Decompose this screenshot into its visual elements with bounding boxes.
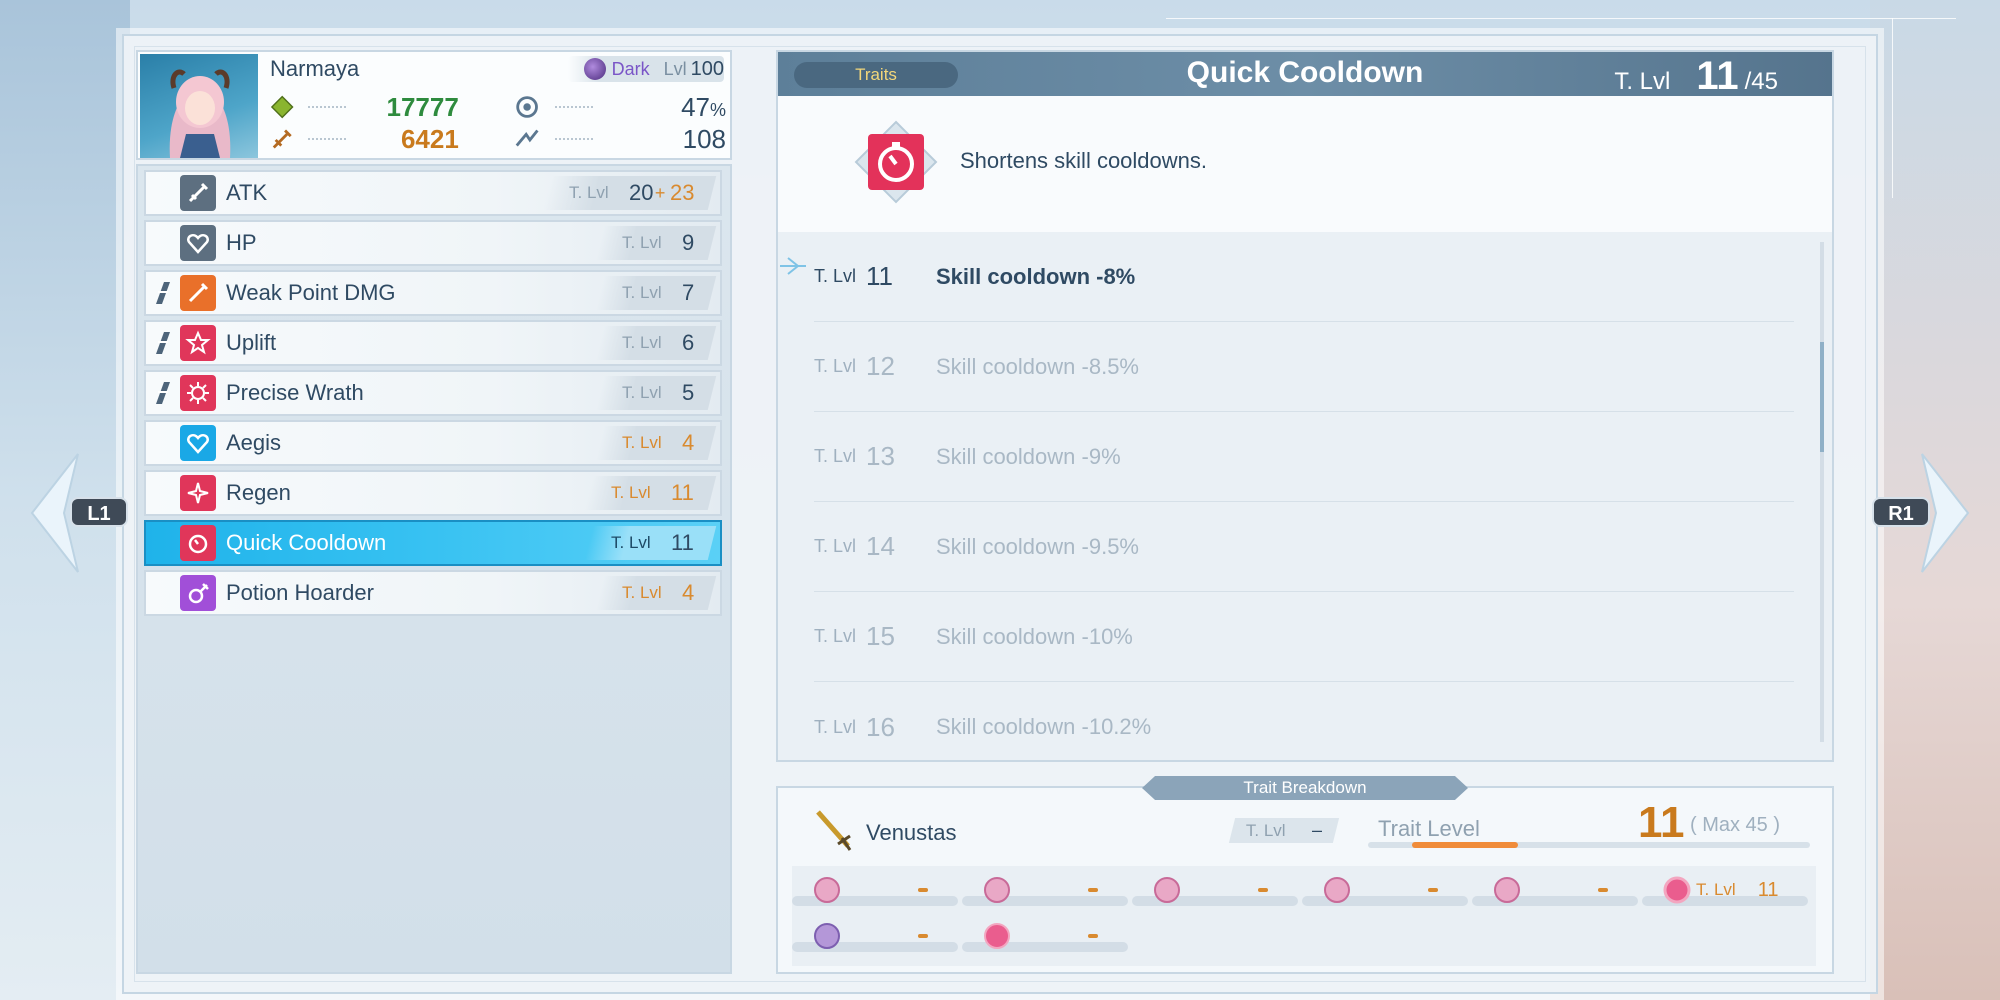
weak-point-icon: [180, 275, 216, 311]
clock-icon: [854, 120, 938, 204]
sparkle-icon: [180, 475, 216, 511]
trait-level-label: Trait Level: [1378, 816, 1480, 841]
trait-item-potion-hoarder[interactable]: Potion Hoarder T. Lvl 4: [144, 570, 722, 616]
crit-rate-icon: [516, 96, 538, 118]
level-value: 100: [690, 57, 724, 80]
sigil-icon: [814, 877, 840, 903]
trait-breakdown-panel: Trait Breakdown Venustas T. Lvl – Trait L…: [776, 776, 1834, 974]
decor-line: [1166, 18, 1956, 19]
crit-rate-value: 47%: [681, 91, 727, 122]
sword-icon: [180, 175, 216, 211]
trait-item-regen[interactable]: Regen T. Lvl 11: [144, 470, 722, 516]
level-list-scrollbar[interactable]: [1820, 242, 1824, 742]
level-row: T. Lvl 11 Skill cooldown -8%: [814, 232, 1794, 322]
trait-item-uplift[interactable]: Uplift T. Lvl 6: [144, 320, 722, 366]
sigil-icon: [984, 923, 1010, 949]
trait-level-max: ( Max 45 ): [1690, 814, 1781, 836]
sigil-slot[interactable]: [962, 918, 1128, 954]
gear-burst-icon: [180, 375, 216, 411]
weapon-icon: [816, 810, 852, 851]
sigil-slot[interactable]: [962, 872, 1128, 908]
trait-level-display: T. Lvl 11 /45: [1614, 54, 1778, 98]
detail-header: Traits Quick Cooldown T. Lvl 11 /45: [778, 52, 1832, 98]
character-card: Narmaya Dark Lvl 100 17777 47% 6421 108: [136, 50, 732, 160]
element-label: Dark: [611, 58, 650, 79]
trait-level-total: 11: [1638, 798, 1685, 847]
level-row: T. Lvl 12 Skill cooldown -8.5%: [814, 322, 1794, 412]
sigil-slot[interactable]: [792, 872, 958, 908]
sigil-icon: [984, 877, 1010, 903]
trait-breakdown-tab: Trait Breakdown: [1142, 776, 1468, 800]
trait-item-weak-point-dmg[interactable]: Weak Point DMG T. Lvl 7: [144, 270, 722, 316]
hp-diamond-icon: [270, 95, 294, 119]
trait-detail-panel: Traits Quick Cooldown T. Lvl 11 /45 Shor…: [776, 50, 1834, 762]
sigil-slot-active[interactable]: T. Lvl 11: [1642, 872, 1808, 908]
sigil-slot[interactable]: [792, 918, 958, 954]
weapon-name: Venustas: [866, 820, 957, 845]
character-portrait: [140, 54, 258, 158]
l1-key-hint: L1: [70, 497, 128, 527]
trait-level-progress-bar: [1368, 842, 1810, 848]
sigil-icon: [1494, 877, 1520, 903]
trait-description: Shortens skill cooldowns.: [960, 148, 1208, 173]
decor-line: [1892, 18, 1893, 198]
sigil-slot[interactable]: [1132, 872, 1298, 908]
exclusive-trait-badge-icon: [156, 282, 170, 304]
active-sigil-icon: [1663, 876, 1691, 904]
trait-item-atk[interactable]: ATK T. Lvl 20 +23: [144, 170, 722, 216]
trait-level-list[interactable]: T. Lvl 11 Skill cooldown -8% T. Lvl 12 Skill…: [778, 232, 1832, 760]
weapon-trait-level: T. Lvl –: [1228, 818, 1339, 843]
level-row: T. Lvl 14 Skill cooldown -9.5%: [814, 502, 1794, 592]
atk-value: 6421: [400, 123, 459, 154]
exclusive-trait-badge-icon: [156, 332, 170, 354]
exclusive-trait-badge-icon: [156, 382, 170, 404]
level-row: T. Lvl 13 Skill cooldown -9%: [814, 412, 1794, 502]
sigil-grid: T. Lvl 11: [792, 866, 1816, 966]
hp-value: 17777: [386, 91, 459, 122]
scroll-thumb[interactable]: [1820, 342, 1824, 452]
level-label: Lvl: [663, 58, 687, 79]
dark-element-icon: [583, 58, 606, 80]
stat-row-hp-crit: 17777 47%: [270, 92, 726, 122]
trait-level-progress-fill: [1412, 842, 1519, 848]
shield-heart-icon: [180, 425, 216, 461]
character-tags: Dark Lvl 100: [567, 56, 724, 82]
trait-item-quick-cooldown[interactable]: Quick Cooldown T. Lvl 11: [144, 520, 722, 566]
sigil-slot[interactable]: [1472, 872, 1638, 908]
star-icon: [180, 325, 216, 361]
r1-key-hint: R1: [1872, 497, 1930, 527]
stun-power-value: 108: [682, 123, 727, 154]
stat-row-atk-stun: 6421 108: [270, 124, 726, 154]
level-row: T. Lvl 16 Skill cooldown -10.2%: [814, 711, 1152, 742]
character-name: Narmaya: [270, 56, 360, 81]
sigil-icon: [1154, 877, 1180, 903]
clock-icon: [180, 525, 216, 561]
sigil-icon: [814, 923, 840, 949]
stun-power-icon: [515, 129, 539, 147]
sigil-slot[interactable]: [1302, 872, 1468, 908]
attack-sword-icon: [272, 129, 292, 149]
trait-item-aegis[interactable]: Aegis T. Lvl 4: [144, 420, 722, 466]
sigil-icon: [1324, 877, 1350, 903]
trait-list: ATK T. Lvl 20 +23 HP T. Lvl 9 Weak Point DM…: [136, 164, 732, 974]
trait-item-hp[interactable]: HP T. Lvl 9: [144, 220, 722, 266]
trait-item-precise-wrath[interactable]: Precise Wrath T. Lvl 5: [144, 370, 722, 416]
current-level-marker-icon: [780, 257, 806, 275]
potion-icon: [180, 575, 216, 611]
heart-icon: [180, 225, 216, 261]
trait-description-area: Shortens skill cooldowns.: [778, 96, 1832, 232]
level-row: T. Lvl 15 Skill cooldown -10%: [814, 592, 1794, 682]
